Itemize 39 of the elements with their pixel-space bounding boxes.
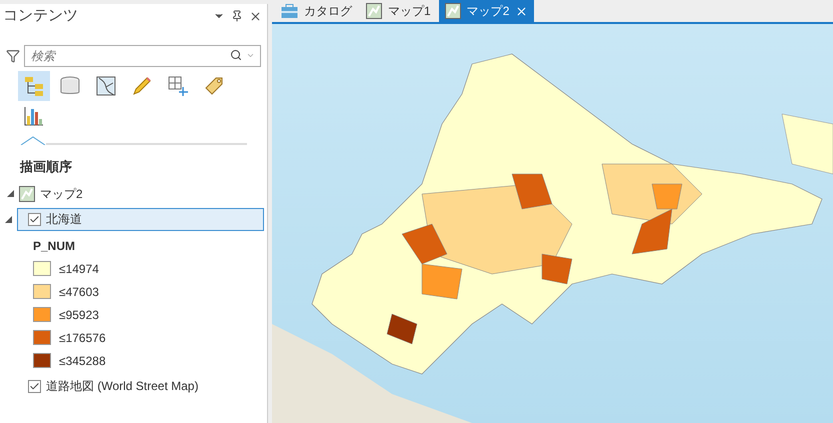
pencil-icon [131,75,153,97]
toolbar-button[interactable] [18,71,50,101]
bar-chart-icon [23,105,45,127]
document-tab[interactable]: カタログ [275,0,358,22]
layer-row[interactable]: 北海道 [17,208,264,230]
legend-label: ≤95923 [59,306,99,324]
legend-label: ≤14974 [59,260,99,278]
document-tab[interactable]: マップ2 [438,0,534,22]
database-icon [59,75,81,97]
search-field[interactable]: 検索 [24,45,261,67]
legend-label: ≤176576 [59,330,106,346]
section-heading: 描画順序 [20,158,73,176]
legend-label: ≤47603 [59,284,99,300]
close-icon[interactable] [249,10,262,22]
legend-label: ≤345288 [59,352,106,370]
layer-row[interactable]: 道路地図 (World Street Map) [17,374,264,398]
search-icon[interactable] [230,49,242,61]
map-thumbnail-icon [19,186,35,202]
expand-caret-icon[interactable] [5,216,12,222]
map-thumbnail-icon [366,3,382,19]
layer-name: 道路地図 (World Street Map) [46,378,198,395]
grid-plus-icon [167,75,189,97]
map-thumbnail-icon [444,3,461,19]
close-icon[interactable] [515,4,528,18]
checkbox[interactable] [28,380,41,392]
layer-name: 北海道 [46,211,82,228]
map-sheet-icon [95,75,117,97]
pane-title: コンテンツ [3,6,78,26]
collapse-chevron-icon[interactable] [20,136,46,144]
field-name: P_NUM [33,238,76,254]
document-tab[interactable]: マップ1 [360,0,437,22]
briefcase-icon [281,4,298,18]
filter-icon[interactable] [6,49,20,63]
map-name[interactable]: マップ2 [40,184,83,202]
checkbox[interactable] [28,212,41,226]
expand-caret-icon[interactable] [7,190,14,197]
tag-icon [203,75,225,97]
tree-list-icon [23,75,45,97]
pin-icon[interactable] [231,10,243,22]
